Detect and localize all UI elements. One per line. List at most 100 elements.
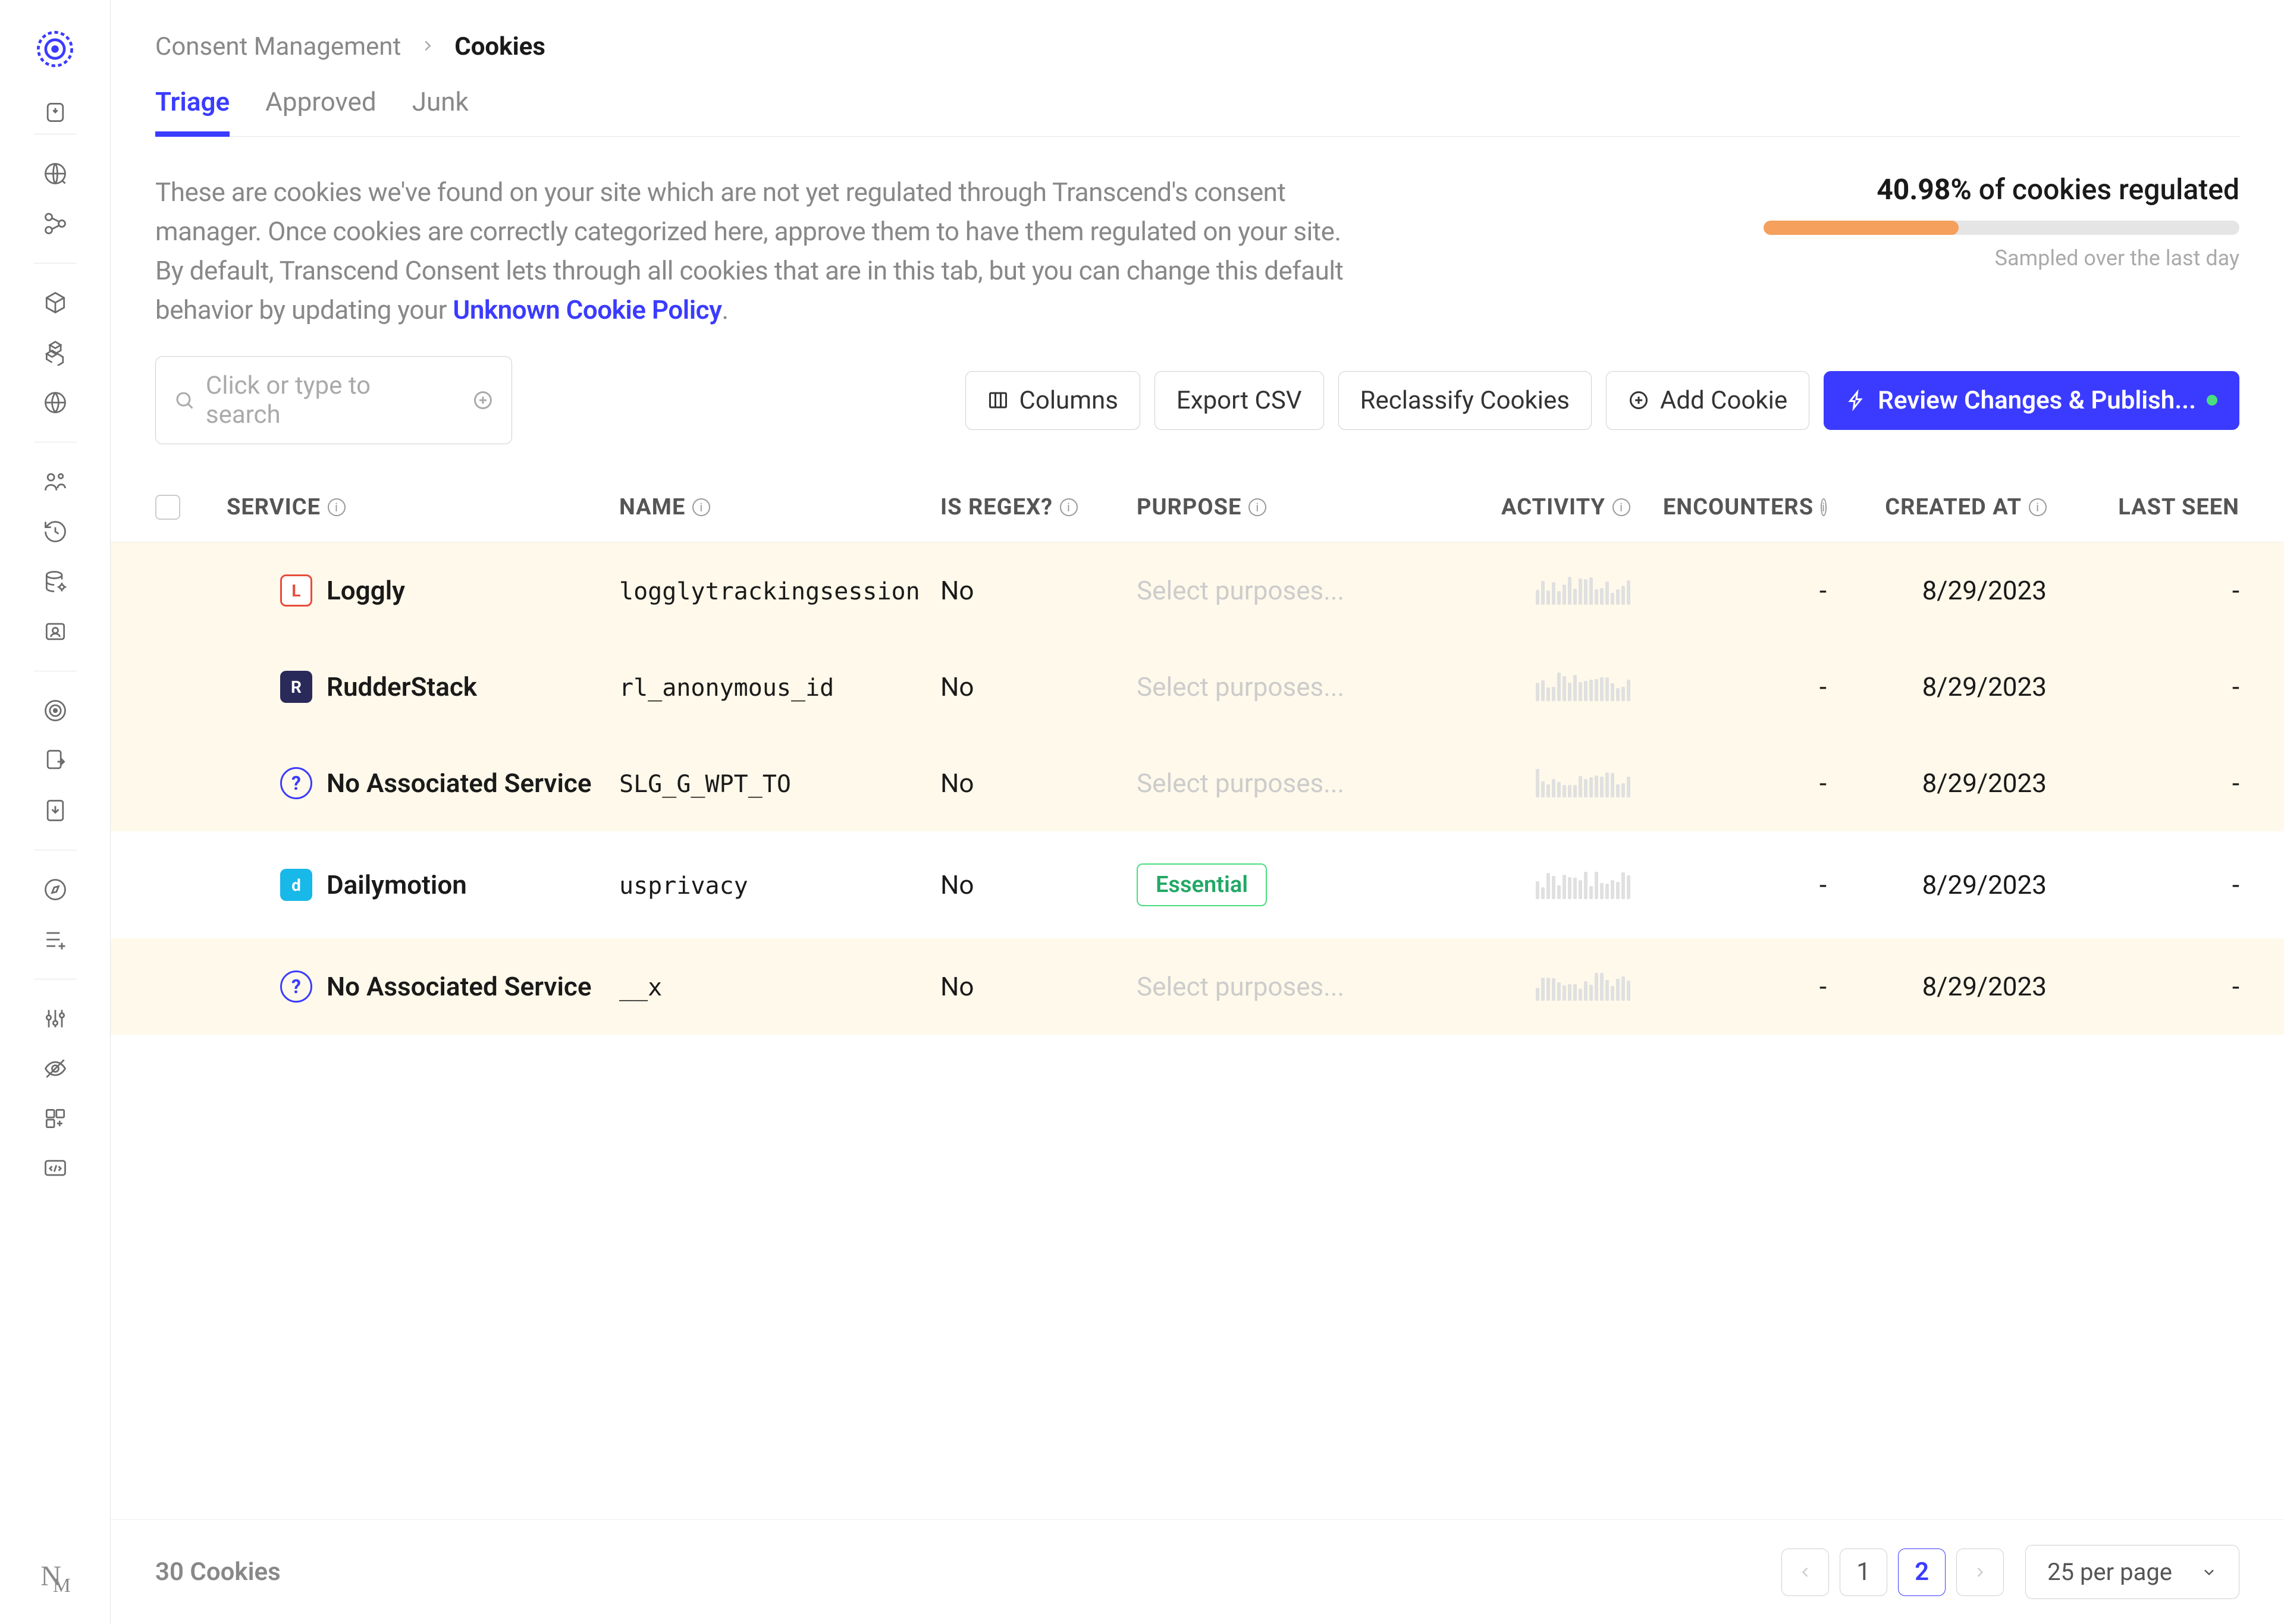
world-icon[interactable] — [41, 388, 70, 417]
info-icon[interactable]: i — [1612, 498, 1630, 516]
cookie-name: logglytrackingsession — [619, 578, 920, 605]
per-page-select[interactable]: 25 per page — [2025, 1545, 2239, 1599]
tab-triage[interactable]: Triage — [155, 86, 230, 137]
columns-button[interactable]: Columns — [965, 371, 1140, 430]
document-arrow-icon[interactable] — [41, 746, 70, 775]
is-regex-value: No — [940, 575, 1137, 606]
info-icon[interactable]: i — [1821, 498, 1827, 516]
next-page-button[interactable] — [1956, 1548, 2004, 1596]
lightning-icon — [1846, 389, 1867, 411]
eye-off-icon[interactable] — [41, 1054, 70, 1083]
service-logo-icon: R — [280, 671, 312, 703]
tab-junk[interactable]: Junk — [412, 86, 469, 137]
breadcrumb: Consent Management Cookies — [155, 32, 2239, 61]
table-row[interactable]: ? No Associated Service __x NoSelect purpos… — [111, 938, 2284, 1035]
info-icon[interactable]: i — [2029, 498, 2047, 516]
regulation-stats: 40.98% of cookies regulated Sampled over… — [1764, 172, 2239, 271]
table-header: SERVICEi NAMEi IS REGEX?i PURPOSEi ACTIV… — [111, 473, 2284, 542]
activity-sparkline — [1482, 769, 1630, 797]
main-content: Consent Management Cookies Triage Approv… — [111, 0, 2284, 1624]
page-button[interactable]: 2 — [1898, 1548, 1946, 1596]
search-input[interactable]: Click or type to search — [155, 356, 512, 444]
cubes-icon[interactable] — [41, 338, 70, 367]
sidebar-footer-logo: NM — [40, 1560, 70, 1597]
service-logo-icon: d — [280, 869, 312, 901]
purpose-tag[interactable]: Essential — [1137, 863, 1267, 906]
globe-icon[interactable] — [41, 159, 70, 188]
people-icon[interactable] — [41, 467, 70, 496]
encounters-value: - — [1666, 575, 1844, 606]
add-cookie-button[interactable]: Add Cookie — [1606, 371, 1809, 430]
info-icon[interactable]: i — [1248, 498, 1266, 516]
purpose-select[interactable]: Select purposes... — [1137, 768, 1344, 799]
purpose-select[interactable]: Select purposes... — [1137, 971, 1344, 1002]
database-icon[interactable] — [41, 567, 70, 596]
app-logo[interactable] — [33, 27, 77, 71]
last-seen-value: - — [2082, 971, 2239, 1002]
purpose-select[interactable]: Select purposes... — [1137, 575, 1344, 606]
select-all-checkbox[interactable] — [155, 495, 180, 520]
target-icon[interactable] — [41, 696, 70, 725]
plus-circle-icon — [1628, 389, 1649, 411]
unknown-cookie-policy-link[interactable]: Unknown Cookie Policy — [453, 294, 721, 325]
activity-sparkline — [1482, 972, 1630, 1001]
tab-approved[interactable]: Approved — [265, 86, 377, 137]
info-icon[interactable]: i — [1060, 498, 1078, 516]
chevron-right-icon — [419, 32, 437, 61]
encounters-value: - — [1666, 671, 1844, 702]
plus-circle-icon[interactable] — [472, 389, 494, 411]
id-icon[interactable] — [41, 617, 70, 646]
chevron-down-icon — [2201, 1564, 2217, 1581]
last-seen-value: - — [2082, 869, 2239, 900]
search-icon — [174, 389, 195, 411]
row-count: 30 Cookies — [155, 1557, 281, 1587]
is-regex-value: No — [940, 971, 1137, 1002]
compass-icon[interactable] — [41, 875, 70, 904]
page-button[interactable]: 1 — [1840, 1548, 1887, 1596]
info-icon[interactable]: i — [692, 498, 710, 516]
pagination: 12 25 per page — [1781, 1545, 2239, 1599]
prev-page-button[interactable] — [1781, 1548, 1829, 1596]
document-download-icon[interactable] — [41, 796, 70, 825]
last-seen-value: - — [2082, 768, 2239, 799]
table-row[interactable]: ?No Associated ServiceSLG_G_WPT_TONoSele… — [111, 735, 2284, 831]
table-row[interactable]: RRudderStackrl_anonymous_idNoSelect purp… — [111, 639, 2284, 735]
review-publish-button[interactable]: Review Changes & Publish... — [1824, 371, 2239, 430]
unknown-service-icon: ? — [280, 970, 312, 1003]
purpose-select[interactable]: Select purposes... — [1137, 671, 1344, 702]
created-at-value: 8/29/2023 — [1844, 671, 2082, 702]
breadcrumb-current: Cookies — [454, 32, 545, 61]
plugin-icon[interactable] — [41, 1104, 70, 1133]
progress-bar — [1764, 221, 2239, 235]
activity-sparkline — [1482, 673, 1630, 701]
service-name: Loggly — [327, 575, 405, 606]
share-icon[interactable] — [41, 209, 70, 238]
info-icon[interactable]: i — [328, 498, 346, 516]
last-seen-value: - — [2082, 671, 2239, 702]
is-regex-value: No — [940, 869, 1137, 900]
service-name: No Associated Service — [327, 768, 592, 799]
activity-sparkline — [1482, 871, 1630, 899]
sidebar: NM — [0, 0, 111, 1624]
sliders-icon[interactable] — [41, 1004, 70, 1033]
cookie-name: usprivacy — [619, 872, 748, 900]
reclassify-button[interactable]: Reclassify Cookies — [1338, 371, 1592, 430]
export-csv-button[interactable]: Export CSV — [1154, 371, 1324, 430]
breadcrumb-parent[interactable]: Consent Management — [155, 32, 401, 61]
service-name: No Associated Service — [327, 971, 592, 1002]
cube-icon[interactable] — [41, 288, 70, 317]
table-row[interactable]: dDailymotionusprivacyNoEssential-8/29/20… — [111, 831, 2284, 938]
service-logo-icon: L — [280, 574, 312, 607]
list-plus-icon[interactable] — [41, 925, 70, 954]
columns-icon — [987, 389, 1009, 411]
encounters-value: - — [1666, 869, 1844, 900]
encounters-value: - — [1666, 971, 1844, 1002]
table-row[interactable]: L Loggly logglytrackingsession NoSelect pur… — [111, 542, 2284, 639]
code-screen-icon[interactable] — [41, 1154, 70, 1183]
cookie-name: __x — [619, 974, 662, 1001]
cookie-name: SLG_G_WPT_TO — [619, 771, 791, 798]
created-at-value: 8/29/2023 — [1844, 869, 2082, 900]
history-icon[interactable] — [41, 517, 70, 546]
encounters-value: - — [1666, 768, 1844, 799]
sidebar-nav-icon[interactable] — [41, 98, 70, 127]
